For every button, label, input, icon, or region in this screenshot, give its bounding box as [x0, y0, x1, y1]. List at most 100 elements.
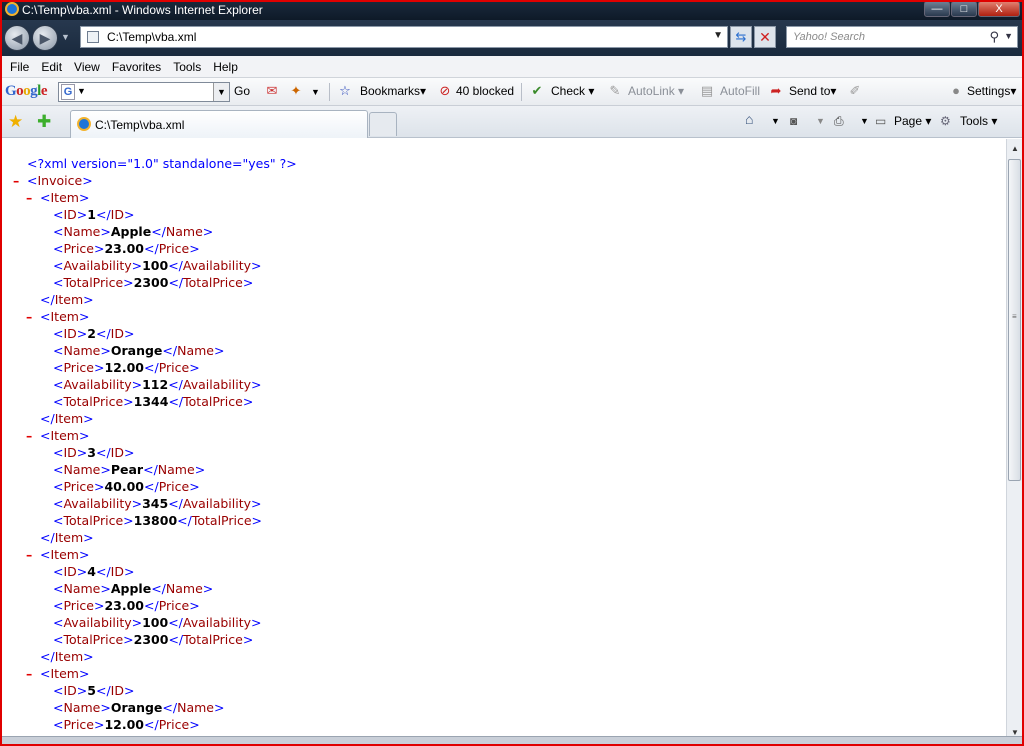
search-options-dropdown-icon[interactable]: ▼ [1004, 31, 1013, 41]
xml-tag-name: Availability [63, 615, 132, 630]
popups-blocked-count[interactable]: 40 blocked [456, 84, 514, 98]
autofill-icon: ▤ [700, 83, 714, 98]
xml-bracket: </ [144, 598, 159, 613]
search-icon[interactable]: ⚲ [989, 29, 999, 45]
google-go-button[interactable]: Go [234, 84, 250, 98]
xml-tag-name: Name [63, 462, 101, 477]
menu-edit[interactable]: Edit [35, 60, 68, 74]
xml-tag-name: Item [54, 292, 84, 307]
collapse-toggle[interactable]: – [26, 189, 32, 206]
xml-bracket: > [251, 496, 262, 511]
xml-tag-name: Availability [182, 615, 252, 630]
xml-tag-name: ID [110, 683, 124, 698]
send-to-icon: ➦ [770, 83, 782, 98]
title-bar: C:\Temp\vba.xml - Windows Internet Explo… [0, 0, 1024, 20]
more-dropdown-icon[interactable]: ▼ [311, 87, 320, 97]
scroll-thumb[interactable]: ≡ [1008, 159, 1021, 481]
xml-bracket: </ [168, 377, 183, 392]
page-menu-button[interactable]: Page ▾ [894, 114, 931, 128]
search-placeholder[interactable]: Yahoo! Search [793, 31, 865, 43]
menu-tools[interactable]: Tools [167, 60, 207, 74]
xml-bracket: > [123, 564, 135, 579]
highlighter-icon[interactable]: ✐ [847, 83, 863, 99]
xml-bracket: > [100, 343, 111, 358]
xml-bracket: > [131, 258, 143, 273]
xml-tag-name: Availability [182, 496, 252, 511]
xml-field-id: <ID>3</ID> [0, 444, 297, 461]
collapse-toggle[interactable]: – [26, 665, 32, 682]
xml-bracket: > [242, 275, 254, 290]
check-button[interactable]: Check ▾ [551, 84, 594, 98]
xml-bracket: < [53, 207, 64, 222]
collapse-toggle[interactable]: – [26, 427, 32, 444]
minimize-button[interactable]: — [924, 1, 950, 17]
send-to-button[interactable]: Send to▾ [789, 84, 836, 98]
forward-button[interactable]: ▶ [32, 25, 58, 51]
xml-item-close: </Item> [0, 529, 297, 546]
feeds-dropdown-icon[interactable]: ▼ [816, 116, 825, 126]
google-search-dropdown-icon[interactable]: ▼ [77, 86, 86, 96]
autofill-button[interactable]: AutoFill [720, 84, 760, 98]
xml-bracket: </ [168, 496, 183, 511]
tools-menu-button[interactable]: Tools ▾ [960, 114, 997, 128]
xml-tag-name: Price [63, 598, 94, 613]
print-dropdown-icon[interactable]: ▼ [860, 116, 869, 126]
print-icon[interactable]: ⎙ [834, 114, 844, 129]
google-logo[interactable]: Google [5, 83, 48, 100]
close-button[interactable]: X [978, 1, 1020, 17]
google-g-icon[interactable]: G [61, 84, 75, 100]
stop-button[interactable]: ✕ [754, 26, 776, 48]
tab-active[interactable]: C:\Temp\vba.xml [70, 110, 368, 138]
bookmarks-button[interactable]: Bookmarks▾ [360, 84, 426, 98]
xml-bracket: < [53, 632, 64, 647]
add-favorite-icon[interactable]: ✚ [37, 112, 51, 132]
settings-button[interactable]: Settings▾ [967, 84, 1016, 98]
xml-value: 2300 [133, 632, 169, 647]
refresh-button[interactable]: ⇆ [730, 26, 752, 48]
maximize-button[interactable]: □ [951, 1, 977, 17]
menu-view[interactable]: View [68, 60, 106, 74]
spellcheck-icon: ✔ [531, 83, 543, 98]
autolink-button[interactable]: AutoLink ▾ [628, 84, 684, 98]
xml-value: 23.00 [104, 241, 145, 256]
back-button[interactable]: ◀ [4, 25, 30, 51]
google-history-dropdown-icon[interactable]: ▼ [213, 83, 229, 101]
xml-bracket: > [100, 462, 111, 477]
google-search-input[interactable]: G ▼ ▼ [58, 82, 230, 102]
bookmark-star-icon[interactable]: ☆ [337, 83, 353, 99]
address-url[interactable]: C:\Temp\vba.xml [107, 30, 196, 44]
xml-tag-name: Name [157, 462, 195, 477]
recent-pages-dropdown-icon[interactable]: ▼ [61, 32, 70, 42]
favorites-star-icon[interactable]: ★ [8, 112, 23, 132]
pagerank-icon[interactable]: ✉ [264, 83, 280, 99]
xml-item-open: – <Item> [0, 427, 297, 444]
news-icon[interactable]: ✦ [288, 83, 304, 99]
vertical-scrollbar[interactable]: ▲ ≡ ▼ [1006, 139, 1022, 744]
menu-file[interactable]: File [4, 60, 35, 74]
menu-favorites[interactable]: Favorites [106, 60, 167, 74]
xml-bracket: > [76, 326, 88, 341]
xml-item-open: – <Item> [0, 189, 297, 206]
xml-bracket: > [83, 292, 94, 307]
collapse-toggle[interactable]: – [13, 172, 19, 189]
google-toolbar: Google G ▼ ▼ Go ✉ ✦ ▼ ☆ Bookmarks▾ ⊘ 40 … [0, 78, 1024, 106]
tab-label[interactable]: C:\Temp\vba.xml [95, 118, 184, 132]
new-tab-button[interactable] [369, 112, 397, 136]
feeds-icon[interactable]: ◙ [790, 114, 797, 128]
home-icon[interactable]: ⌂ [745, 111, 753, 127]
collapse-toggle[interactable]: – [26, 308, 32, 325]
address-bar[interactable]: C:\Temp\vba.xml ▼ [80, 26, 728, 48]
xml-bracket: > [189, 717, 200, 732]
xml-tag-name: TotalPrice [183, 394, 243, 409]
scroll-up-arrow-icon[interactable]: ▲ [1009, 143, 1021, 155]
xml-value: 12.00 [104, 717, 145, 732]
xml-bracket: > [194, 462, 206, 477]
xml-bracket: > [76, 445, 88, 460]
search-box[interactable]: Yahoo! Search ⚲ ▼ [786, 26, 1018, 48]
menu-help[interactable]: Help [207, 60, 244, 74]
xml-bracket: </ [168, 258, 183, 273]
address-dropdown-icon[interactable]: ▼ [713, 30, 723, 41]
home-dropdown-icon[interactable]: ▼ [771, 116, 780, 126]
collapse-toggle[interactable]: – [26, 546, 32, 563]
xml-value: Orange [110, 343, 163, 358]
